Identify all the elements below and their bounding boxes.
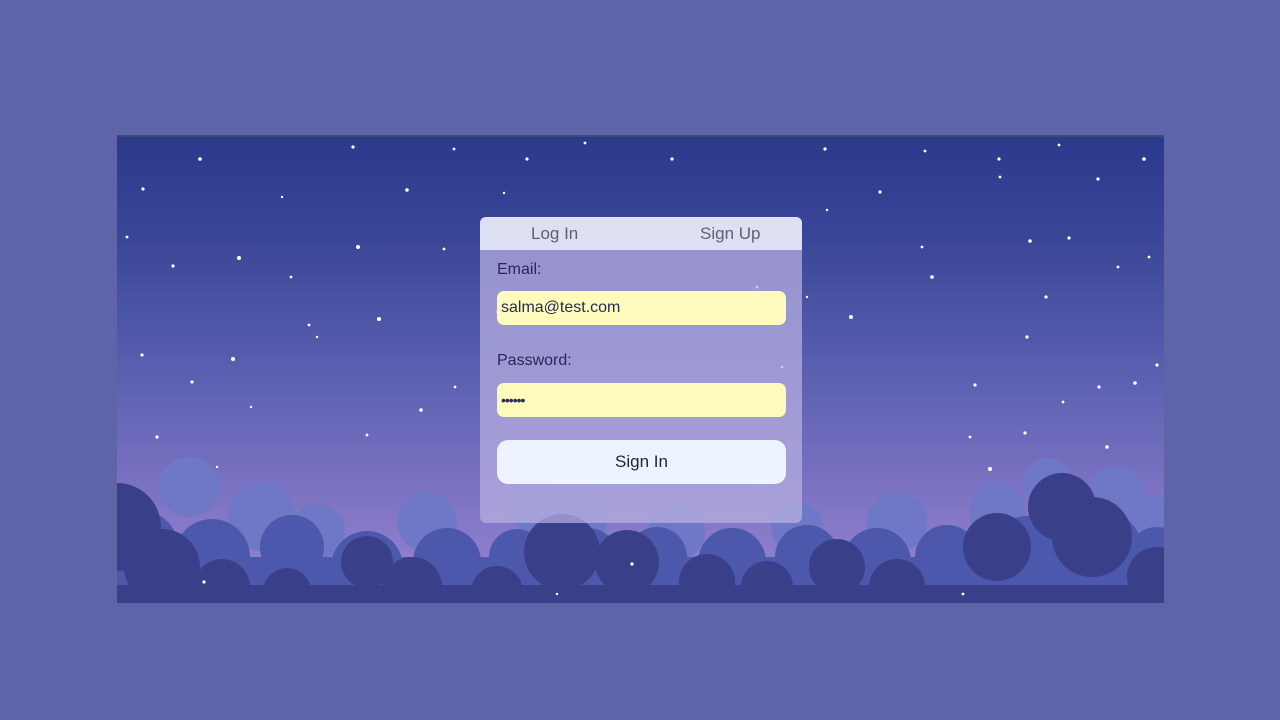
password-label: Password: — [497, 352, 572, 369]
auth-tabs: Log In Sign Up — [480, 217, 802, 250]
password-mask: •••••• — [501, 392, 525, 408]
tab-sign-up[interactable]: Sign Up — [700, 224, 760, 244]
password-field[interactable]: •••••• — [497, 383, 786, 417]
email-label: Email: — [497, 261, 542, 278]
tab-log-in[interactable]: Log In — [531, 224, 578, 244]
sign-in-button[interactable]: Sign In — [497, 440, 786, 484]
login-card: Log In Sign Up Email: salma@test.com Pas… — [480, 217, 802, 523]
email-field[interactable]: salma@test.com — [497, 291, 786, 325]
